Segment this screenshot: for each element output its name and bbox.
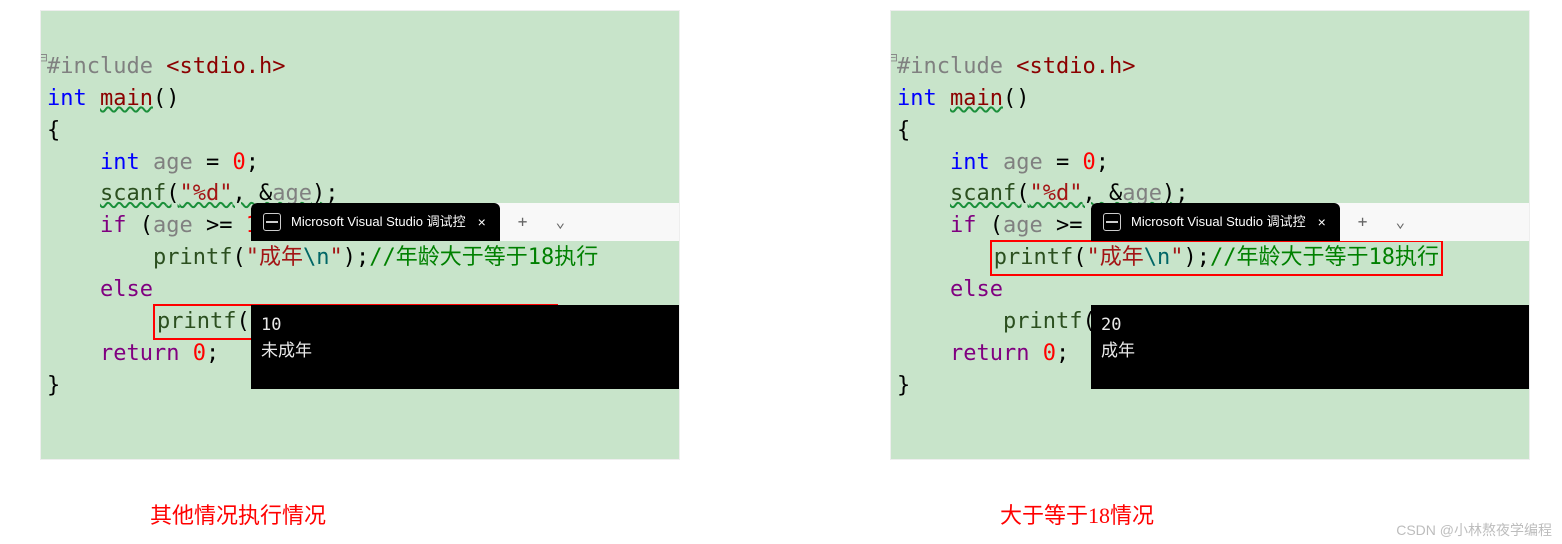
code-token: scanf <box>100 181 166 206</box>
fold-icon: ⊟ <box>890 51 897 65</box>
code-token: < <box>166 54 179 79</box>
code-editor-right: ⊟#include <stdio.h> int main() { int age… <box>890 10 1530 460</box>
code-token: scanf <box>950 181 1016 206</box>
code-token: printf <box>157 309 236 334</box>
terminal-output: 10 未成年 <box>251 305 680 389</box>
code-token: printf <box>994 245 1073 270</box>
chevron-down-icon[interactable]: ⌄ <box>551 210 569 234</box>
new-tab-button[interactable]: + <box>514 210 532 234</box>
close-icon[interactable]: × <box>1316 212 1328 232</box>
code-token: > <box>1122 54 1135 79</box>
code-token: int <box>950 150 990 175</box>
code-token: int <box>897 86 937 111</box>
code-token: age <box>153 213 206 238</box>
code-token: } <box>897 373 910 398</box>
code-token: >= <box>206 213 246 238</box>
code-token: < <box>1016 54 1029 79</box>
code-token: printf <box>1003 309 1082 334</box>
code-token: main <box>950 86 1003 111</box>
terminal-window-right: Microsoft Visual Studio 调试控 × + ⌄ 20 成年 <box>1091 140 1530 453</box>
code-token: ( <box>232 245 245 270</box>
code-token: () <box>1003 86 1030 111</box>
code-token: = <box>206 150 233 175</box>
code-token: ; <box>206 341 219 366</box>
terminal-tab[interactable]: Microsoft Visual Studio 调试控 × <box>251 203 500 241</box>
terminal-tab[interactable]: Microsoft Visual Studio 调试控 × <box>1091 203 1340 241</box>
code-token: 0 <box>179 341 206 366</box>
code-token: else <box>950 277 1003 302</box>
code-token: stdio.h <box>179 54 272 79</box>
code-token: ; <box>1056 341 1069 366</box>
code-token: printf <box>153 245 232 270</box>
code-token: { <box>897 118 910 143</box>
code-token: return <box>950 341 1029 366</box>
code-token: 0 <box>232 150 245 175</box>
code-token: #include <box>47 54 166 79</box>
fold-icon: ⊟ <box>40 51 47 65</box>
code-token: age <box>990 150 1056 175</box>
code-token: { <box>47 118 60 143</box>
new-tab-button[interactable]: + <box>1354 210 1372 234</box>
terminal-output: 20 成年 <box>1091 305 1530 389</box>
code-token: age <box>140 150 206 175</box>
code-token: ( <box>166 181 179 206</box>
code-token: 0 <box>1029 341 1056 366</box>
code-token: int <box>47 86 87 111</box>
code-token: if <box>950 213 977 238</box>
code-token: "%d" <box>1029 181 1082 206</box>
terminal-tab-title: Microsoft Visual Studio 调试控 <box>1131 213 1306 232</box>
code-token: = <box>1056 150 1083 175</box>
terminal-icon <box>263 213 281 231</box>
code-token: > <box>272 54 285 79</box>
code-token: age <box>1003 213 1056 238</box>
code-token: ( <box>1073 245 1086 270</box>
caption-left: 其他情况执行情况 <box>40 498 680 530</box>
code-token: else <box>100 277 153 302</box>
tabbar-actions: + ⌄ <box>1340 203 1423 241</box>
code-token: if <box>100 213 127 238</box>
code-token: >= <box>1056 213 1096 238</box>
code-token: main <box>100 86 153 111</box>
code-token: return <box>100 341 179 366</box>
code-token: ( <box>126 213 153 238</box>
terminal-icon <box>1103 213 1121 231</box>
terminal-window-left: Microsoft Visual Studio 调试控 × + ⌄ 10 未成年 <box>251 140 680 453</box>
close-icon[interactable]: × <box>476 212 488 232</box>
code-token: ( <box>976 213 1003 238</box>
code-token: } <box>47 373 60 398</box>
code-token: #include <box>897 54 1016 79</box>
terminal-tabbar: Microsoft Visual Studio 调试控 × + ⌄ <box>1091 203 1530 241</box>
tabbar-actions: + ⌄ <box>500 203 583 241</box>
code-token: int <box>100 150 140 175</box>
code-token: ( <box>1016 181 1029 206</box>
code-token: () <box>153 86 180 111</box>
watermark: CSDN @小林熬夜学编程 <box>1396 520 1552 540</box>
terminal-tabbar: Microsoft Visual Studio 调试控 × + ⌄ <box>251 203 680 241</box>
panel-right: ⊟#include <stdio.h> int main() { int age… <box>890 10 1530 530</box>
panel-left: ⊟#include <stdio.h> int main() { int age… <box>40 10 680 530</box>
code-token: stdio.h <box>1029 54 1122 79</box>
code-editor-left: ⊟#include <stdio.h> int main() { int age… <box>40 10 680 460</box>
code-token: ( <box>236 309 249 334</box>
chevron-down-icon[interactable]: ⌄ <box>1391 210 1409 234</box>
terminal-tab-title: Microsoft Visual Studio 调试控 <box>291 213 466 232</box>
code-token: "%d" <box>179 181 232 206</box>
